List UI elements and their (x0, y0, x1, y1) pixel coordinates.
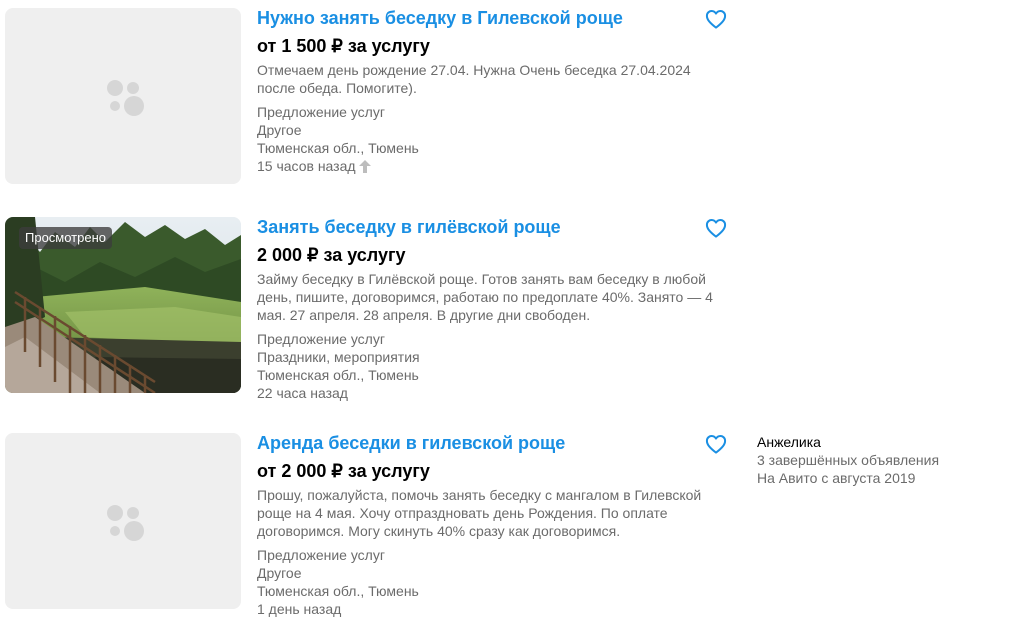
listing-meta: Предложение услуг Другое Тюменская обл.,… (257, 546, 419, 618)
seller-completed-count: 3 завершённых объявления (757, 452, 940, 468)
seller-name[interactable]: Анжелика (757, 433, 939, 451)
listing-type: Предложение услуг (257, 331, 385, 347)
listing-description: Займу беседку в Гилёвской роще. Готов за… (257, 271, 713, 323)
listing-photo[interactable]: Просмотрено (5, 217, 241, 393)
listing-price: от 1 500 ₽ за услугу (257, 36, 430, 56)
favorite-heart-icon[interactable] (705, 9, 727, 29)
image-placeholder-icon (107, 80, 144, 116)
listing-location: Тюменская обл., Тюмень (257, 140, 419, 156)
listing-category: Праздники, мероприятия (257, 349, 420, 365)
listing-meta: Предложение услуг Другое Тюменская обл.,… (257, 103, 419, 175)
listing-image-placeholder[interactable] (5, 8, 241, 184)
listing-description: Прошу, пожалуйста, помочь занять беседку… (257, 487, 702, 539)
listing-meta: Предложение услуг Праздники, мероприятия… (257, 330, 420, 402)
listing-title[interactable]: Аренда беседки в гилевской роще (257, 433, 565, 454)
viewed-badge: Просмотрено (19, 227, 113, 249)
listing-location: Тюменская обл., Тюмень (257, 367, 419, 383)
listing-date: 22 часа назад (257, 385, 348, 401)
listing-date: 1 день назад (257, 601, 342, 617)
listing-image-placeholder[interactable] (5, 433, 241, 609)
listing-date: 15 часов назад (257, 158, 356, 174)
listing-type: Предложение услуг (257, 104, 385, 120)
listing-category: Другое (257, 565, 302, 581)
listing-type: Предложение услуг (257, 547, 385, 563)
listing-results: Нужно занять беседку в Гилевской роще от… (0, 0, 1025, 633)
listing-price: от 2 000 ₽ за услугу (257, 461, 430, 481)
listing-price: 2 000 ₽ за услугу (257, 245, 406, 265)
listing-location: Тюменская обл., Тюмень (257, 583, 419, 599)
listing-description: Отмечаем день рождение 27.04. Нужна Очен… (257, 62, 691, 96)
seller-info: Анжелика 3 завершённых объявления На Ави… (757, 433, 939, 487)
favorite-heart-icon[interactable] (705, 218, 727, 238)
seller-since: На Авито с августа 2019 (757, 470, 916, 486)
listing-category: Другое (257, 122, 302, 138)
listing-title[interactable]: Занять беседку в гилёвской роще (257, 217, 561, 238)
listing-title[interactable]: Нужно занять беседку в Гилевской роще (257, 8, 623, 29)
favorite-heart-icon[interactable] (705, 434, 727, 454)
raise-arrow-icon (358, 160, 371, 173)
image-placeholder-icon (107, 505, 144, 541)
